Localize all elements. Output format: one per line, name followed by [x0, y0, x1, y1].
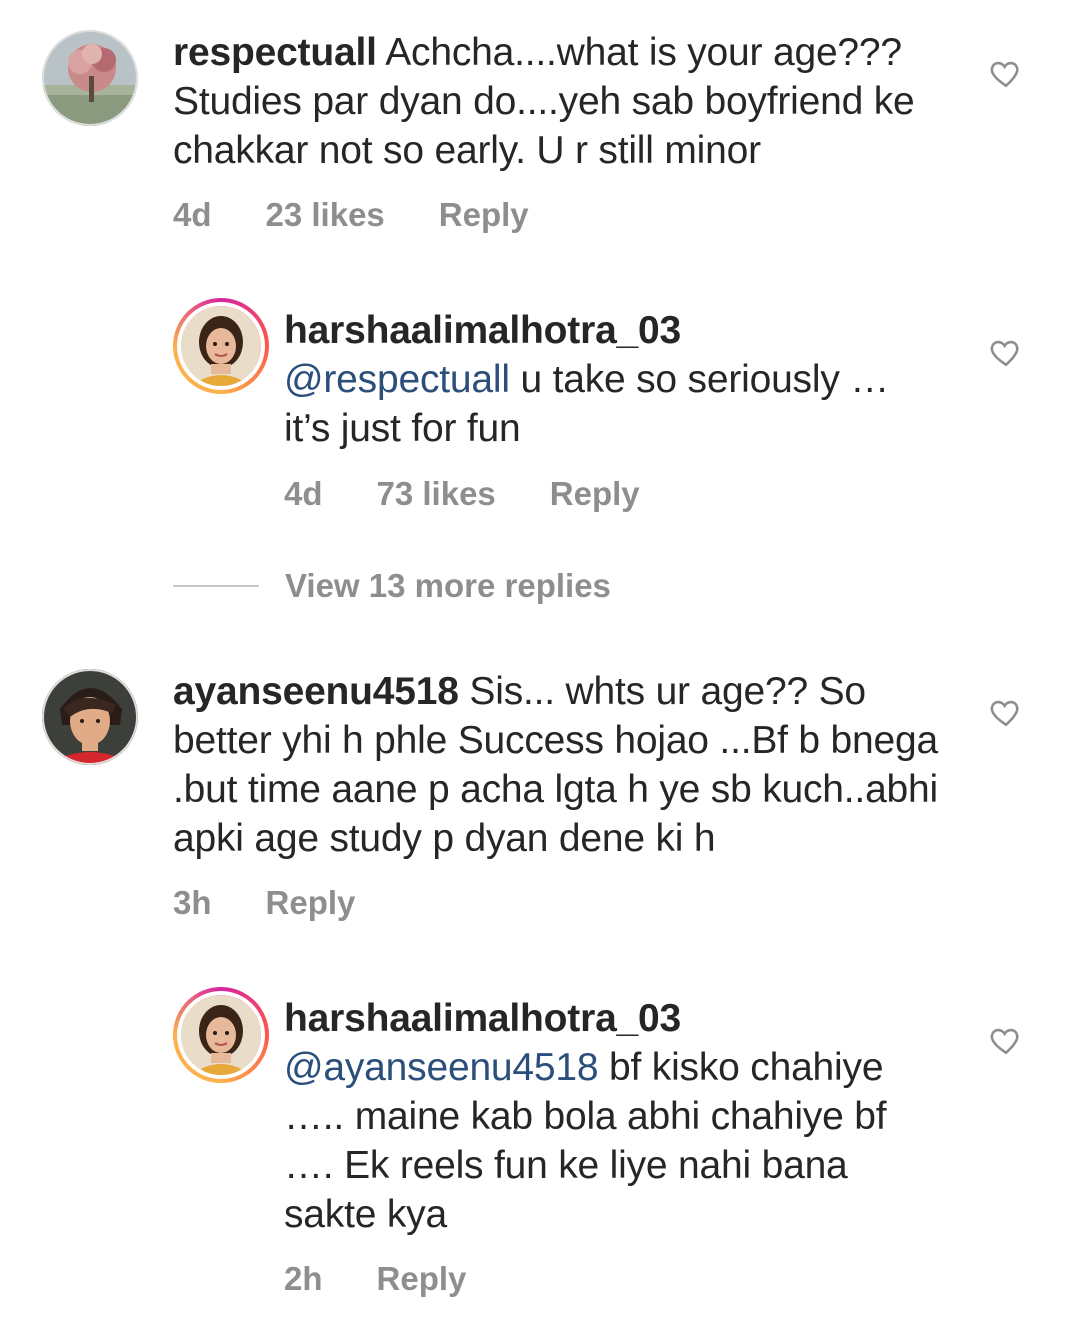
heart-outline-icon[interactable]	[989, 56, 1023, 90]
comment-meta: 4d 23 likes Reply	[173, 196, 583, 234]
timestamp: 4d	[284, 475, 323, 512]
comment-meta: 3h Reply	[173, 884, 409, 922]
heart-outline-icon[interactable]	[989, 695, 1023, 729]
mention-link[interactable]: @ayanseenu4518	[284, 1046, 599, 1089]
avatar-respectuall[interactable]	[42, 30, 138, 126]
comment-body: respectuall Achcha....what is your age??…	[173, 28, 953, 175]
reply-button[interactable]: Reply	[550, 475, 640, 513]
avatar-harshaalimalhotra[interactable]	[173, 298, 269, 394]
view-more-replies[interactable]: View 13 more replies	[173, 567, 611, 605]
divider-line	[173, 585, 259, 587]
heart-outline-icon[interactable]	[989, 335, 1023, 369]
username[interactable]: harshaalimalhotra_03	[284, 306, 944, 355]
comment-body: ayanseenu4518 Sis... whts ur age?? So be…	[173, 667, 973, 863]
heart-outline-icon[interactable]	[989, 1023, 1023, 1057]
username[interactable]: ayanseenu4518	[173, 670, 459, 713]
reply-button[interactable]: Reply	[439, 196, 529, 234]
username[interactable]: harshaalimalhotra_03	[284, 994, 944, 1043]
comment-body: harshaalimalhotra_03 @ayanseenu4518 bf k…	[284, 994, 944, 1239]
girl-portrait-avatar-icon	[181, 995, 261, 1075]
timestamp: 3h	[173, 884, 212, 921]
likes-count[interactable]: 23 likes	[266, 196, 385, 234]
timestamp: 4d	[173, 196, 212, 233]
boy-portrait-avatar-icon	[42, 669, 138, 765]
reply-button[interactable]: Reply	[266, 884, 356, 922]
comment-meta: 2h Reply	[284, 1260, 520, 1298]
comment-meta: 4d 73 likes Reply	[284, 475, 694, 513]
avatar-ayanseenu4518[interactable]	[42, 669, 138, 765]
avatar-harshaalimalhotra[interactable]	[173, 987, 269, 1083]
painted-tree-avatar-icon	[42, 30, 138, 126]
girl-portrait-avatar-icon	[181, 306, 261, 386]
view-more-replies-label[interactable]: View 13 more replies	[285, 567, 611, 605]
reply-button[interactable]: Reply	[377, 1260, 467, 1298]
timestamp: 2h	[284, 1260, 323, 1297]
likes-count[interactable]: 73 likes	[377, 475, 496, 513]
mention-link[interactable]: @respectuall	[284, 358, 510, 401]
comment-body: harshaalimalhotra_03 @respectuall u take…	[284, 306, 944, 453]
username[interactable]: respectuall	[173, 31, 377, 74]
